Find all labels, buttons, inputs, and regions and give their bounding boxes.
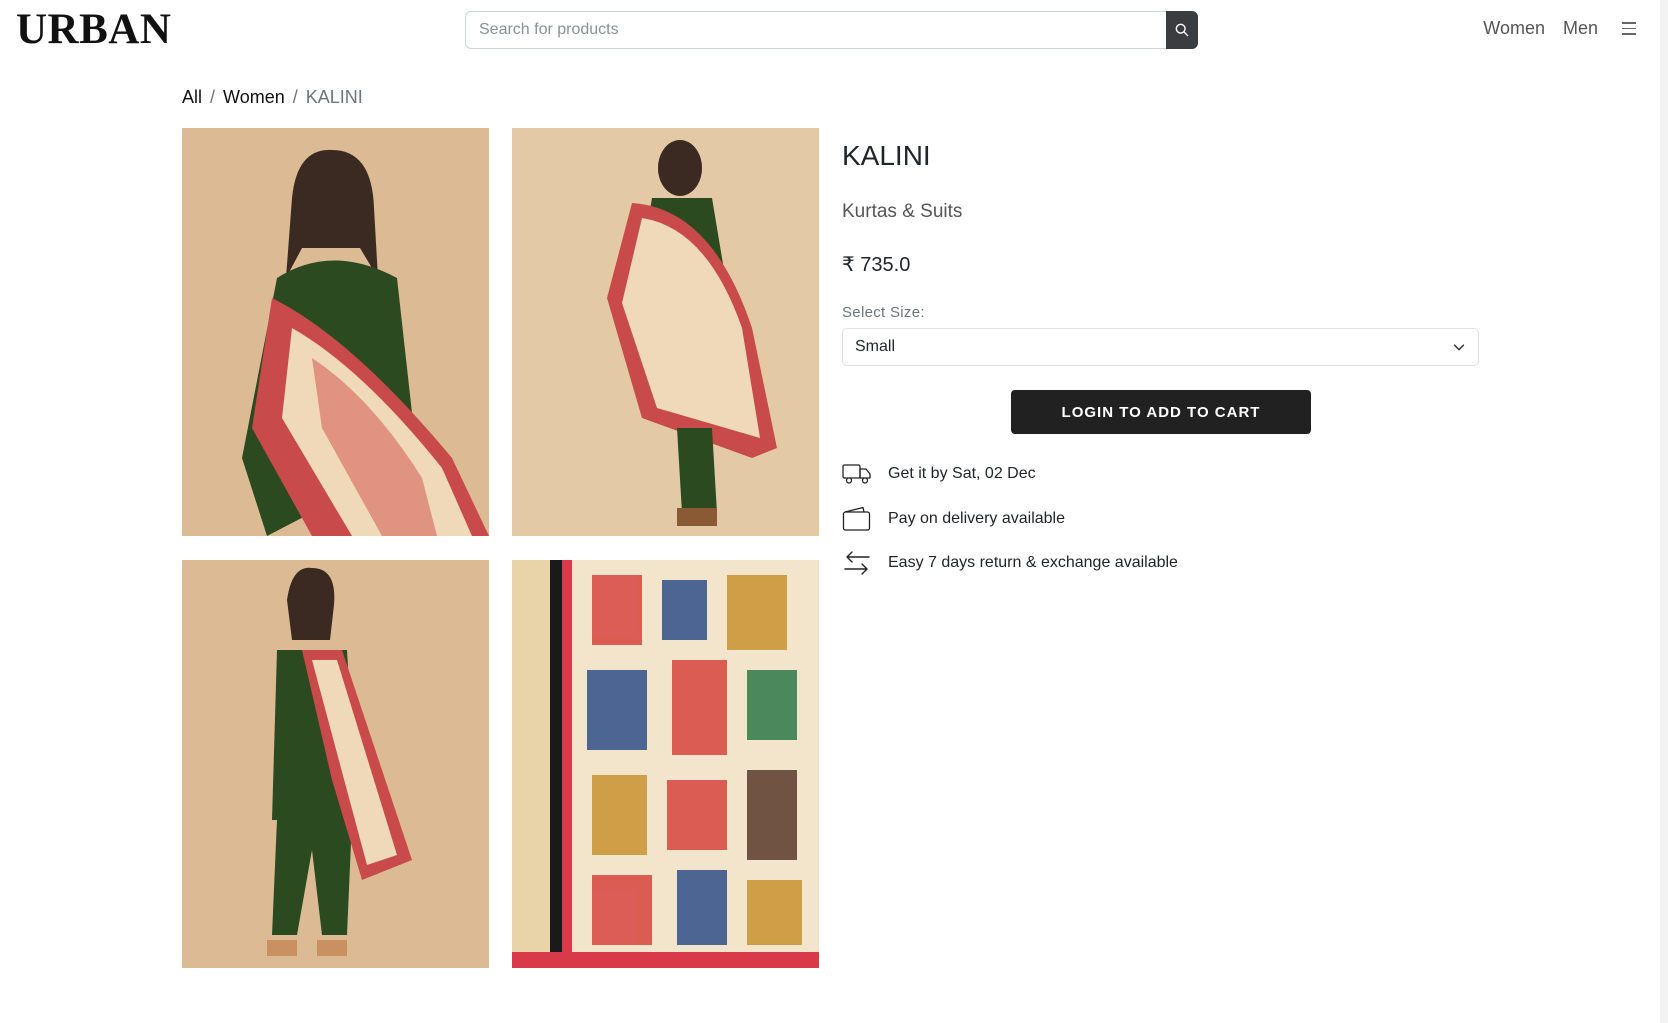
size-label: Select Size:	[842, 304, 925, 321]
truck-icon	[842, 459, 872, 489]
search-bar	[465, 11, 1198, 49]
return-info: Easy 7 days return & exchange available	[842, 548, 1178, 578]
search-icon	[1175, 23, 1189, 37]
login-to-add-to-cart-button[interactable]: LOGIN TO ADD TO CART	[1011, 390, 1311, 434]
payment-info: Pay on delivery available	[842, 504, 1065, 534]
return-text: Easy 7 days return & exchange available	[888, 554, 1178, 571]
product-image-back[interactable]	[512, 128, 819, 536]
breadcrumb: All / Women / KALINI	[182, 87, 363, 108]
nav-women[interactable]: Women	[1483, 18, 1545, 39]
product-image-full[interactable]	[182, 560, 489, 968]
breadcrumb-current: KALINI	[305, 87, 363, 107]
size-select[interactable]: Small	[842, 328, 1479, 366]
site-logo[interactable]: URBAN	[16, 8, 171, 51]
chevron-down-icon	[1453, 344, 1465, 351]
search-button[interactable]	[1166, 11, 1198, 49]
product-price: ₹ 735.0	[842, 254, 911, 276]
delivery-info: Get it by Sat, 02 Dec	[842, 459, 1036, 489]
product-image-detail[interactable]	[512, 560, 819, 968]
search-input[interactable]	[465, 11, 1166, 49]
product-image-front[interactable]	[182, 128, 489, 536]
wallet-icon	[842, 504, 872, 534]
page-scrollbar[interactable]	[1660, 0, 1668, 1023]
product-title: KALINI	[842, 140, 931, 171]
hamburger-menu-icon[interactable]	[1622, 22, 1636, 35]
size-selected-value: Small	[855, 338, 896, 355]
breadcrumb-separator: /	[210, 87, 216, 107]
top-nav: Women Men	[1483, 18, 1636, 39]
breadcrumb-all[interactable]: All	[182, 87, 202, 108]
breadcrumb-separator: /	[292, 87, 298, 107]
product-category: Kurtas & Suits	[842, 201, 963, 222]
payment-text: Pay on delivery available	[888, 510, 1065, 527]
nav-men[interactable]: Men	[1563, 18, 1598, 39]
breadcrumb-women[interactable]: Women	[223, 87, 285, 108]
delivery-text: Get it by Sat, 02 Dec	[888, 465, 1036, 482]
exchange-icon	[842, 548, 872, 578]
